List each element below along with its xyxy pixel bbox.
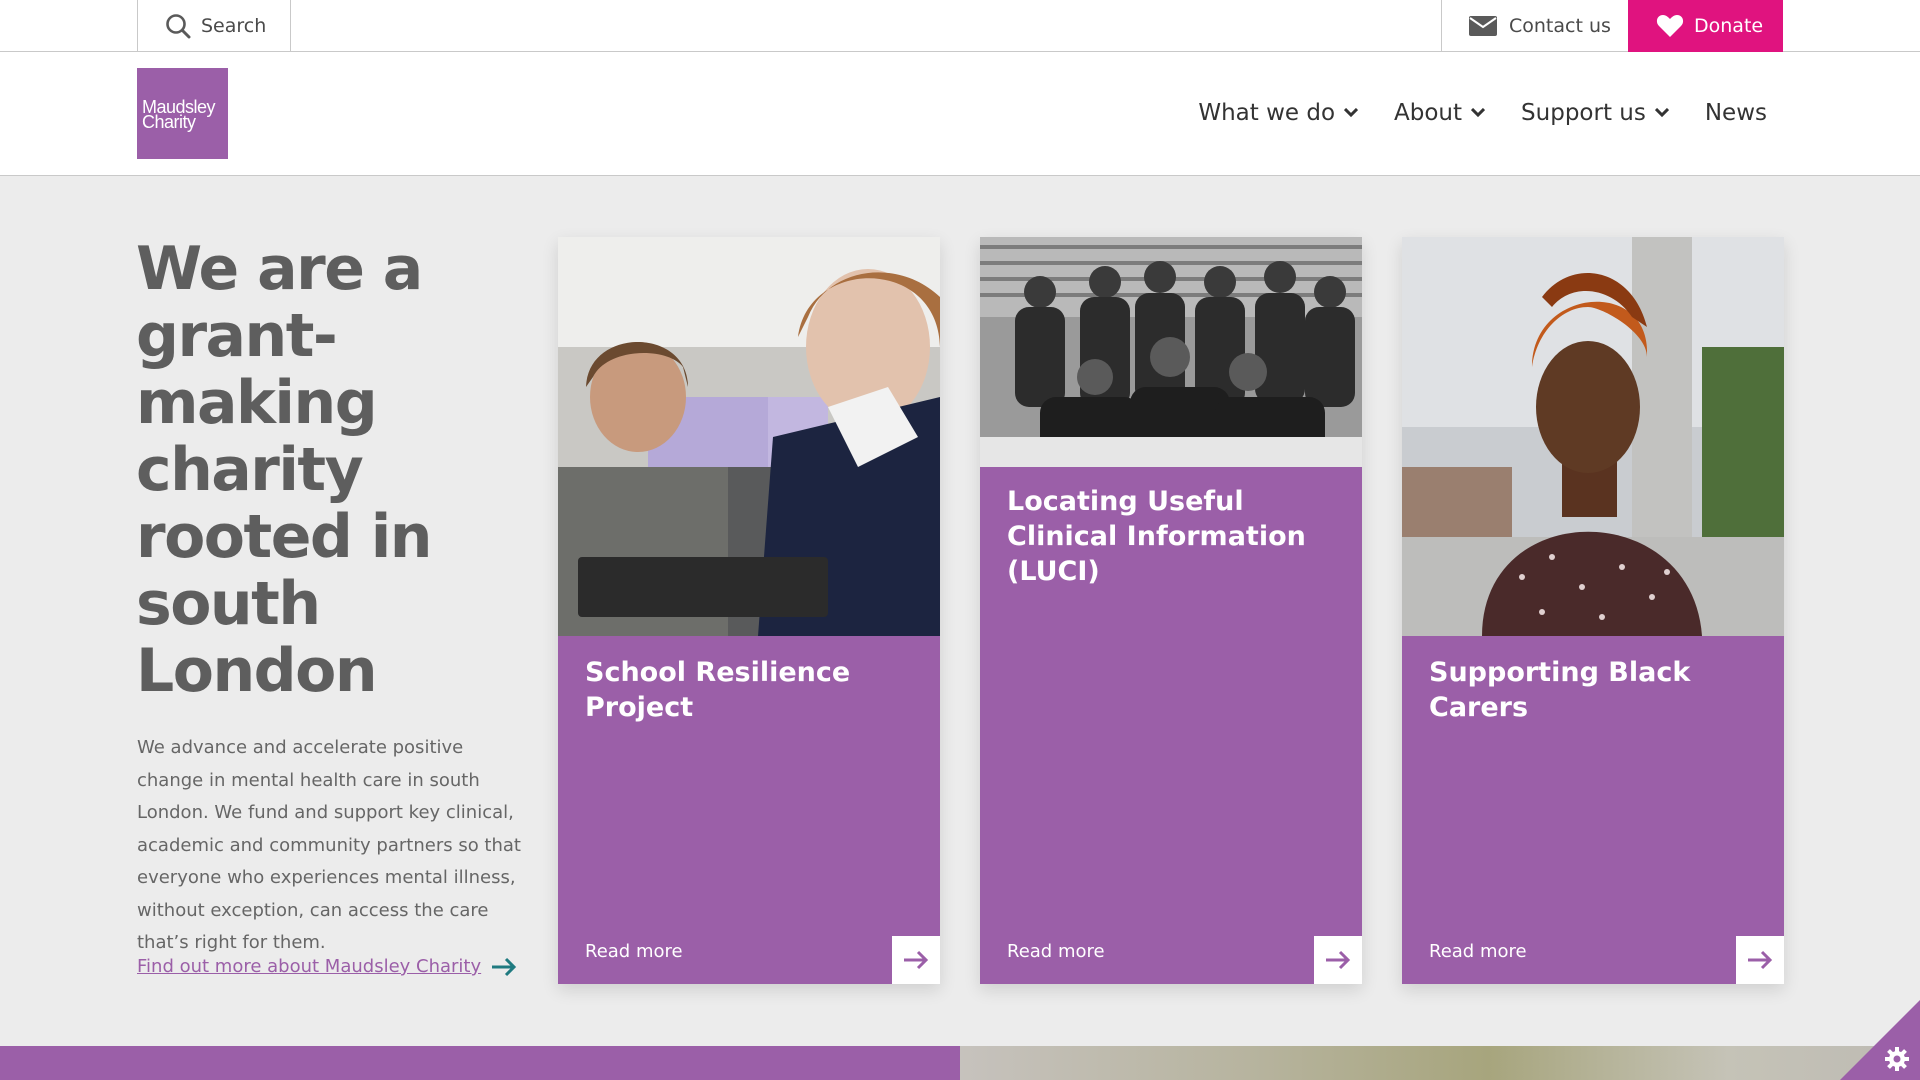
contact-us-label: Contact us: [1509, 15, 1611, 37]
utility-bar: Search Contact us Donate: [0, 0, 1920, 52]
hero-description: We advance and accelerate positive chang…: [137, 737, 521, 953]
card-title: Supporting Black Carers: [1429, 657, 1691, 723]
project-card-school-resilience[interactable]: School Resilience Project Read more: [558, 237, 940, 984]
nav-label: What we do: [1198, 100, 1336, 126]
gear-icon[interactable]: [1884, 1046, 1910, 1072]
chevron-down-icon: [1654, 108, 1669, 118]
heart-icon: [1656, 15, 1684, 37]
card-photo: [980, 237, 1362, 467]
search-button[interactable]: Search: [137, 0, 291, 52]
project-card-black-carers[interactable]: Supporting Black Carers Read more: [1402, 237, 1784, 984]
contact-us-button[interactable]: Contact us: [1441, 0, 1628, 52]
nav-label: News: [1704, 100, 1767, 126]
arrow-right-icon: [904, 950, 929, 970]
next-section-photo: [960, 1046, 1920, 1080]
main-nav: What we do About Support us News: [1198, 100, 1767, 126]
card-arrow-button[interactable]: [892, 936, 940, 984]
arrow-right-icon: [492, 957, 517, 976]
arrow-right-icon: [1326, 950, 1351, 970]
read-more-label: Read more: [1007, 941, 1105, 962]
card-title: Locating Useful Clinical Information (LU…: [1007, 486, 1306, 587]
nav-item-what-we-do[interactable]: What we do: [1198, 100, 1359, 126]
donate-label: Donate: [1694, 15, 1764, 37]
next-section-band: [0, 1046, 960, 1080]
about-link-label: Find out more about Maudsley Charity: [137, 956, 482, 977]
maudsley-charity-logo[interactable]: Maudsley Charity: [137, 68, 228, 159]
card-arrow-button[interactable]: [1736, 936, 1784, 984]
chevron-down-icon: [1471, 108, 1486, 118]
arrow-right-icon: [1748, 950, 1773, 970]
card-title: School Resilience Project: [585, 657, 851, 723]
hero-title: We are a grant-making charity rooted in …: [136, 234, 433, 706]
project-card-luci[interactable]: Locating Useful Clinical Information (LU…: [980, 237, 1362, 984]
logo-line-2: Charity: [142, 112, 196, 132]
about-link[interactable]: Find out more about Maudsley Charity: [137, 956, 517, 977]
site-header: Maudsley Charity What we do About Suppor…: [0, 52, 1920, 176]
search-label: Search: [201, 15, 267, 37]
nav-label: Support us: [1521, 100, 1646, 126]
chevron-down-icon: [1344, 108, 1359, 118]
envelope-icon: [1469, 16, 1497, 36]
card-arrow-button[interactable]: [1314, 936, 1362, 984]
nav-label: About: [1394, 100, 1463, 126]
nav-item-support-us[interactable]: Support us: [1521, 100, 1669, 126]
donate-button[interactable]: Donate: [1628, 0, 1783, 52]
nav-item-about[interactable]: About: [1394, 100, 1486, 126]
nav-item-news[interactable]: News: [1705, 100, 1767, 126]
read-more-label: Read more: [585, 941, 683, 962]
search-icon: [166, 14, 191, 39]
card-photo: [558, 237, 940, 636]
card-photo: [1402, 237, 1784, 636]
read-more-label: Read more: [1429, 941, 1527, 962]
